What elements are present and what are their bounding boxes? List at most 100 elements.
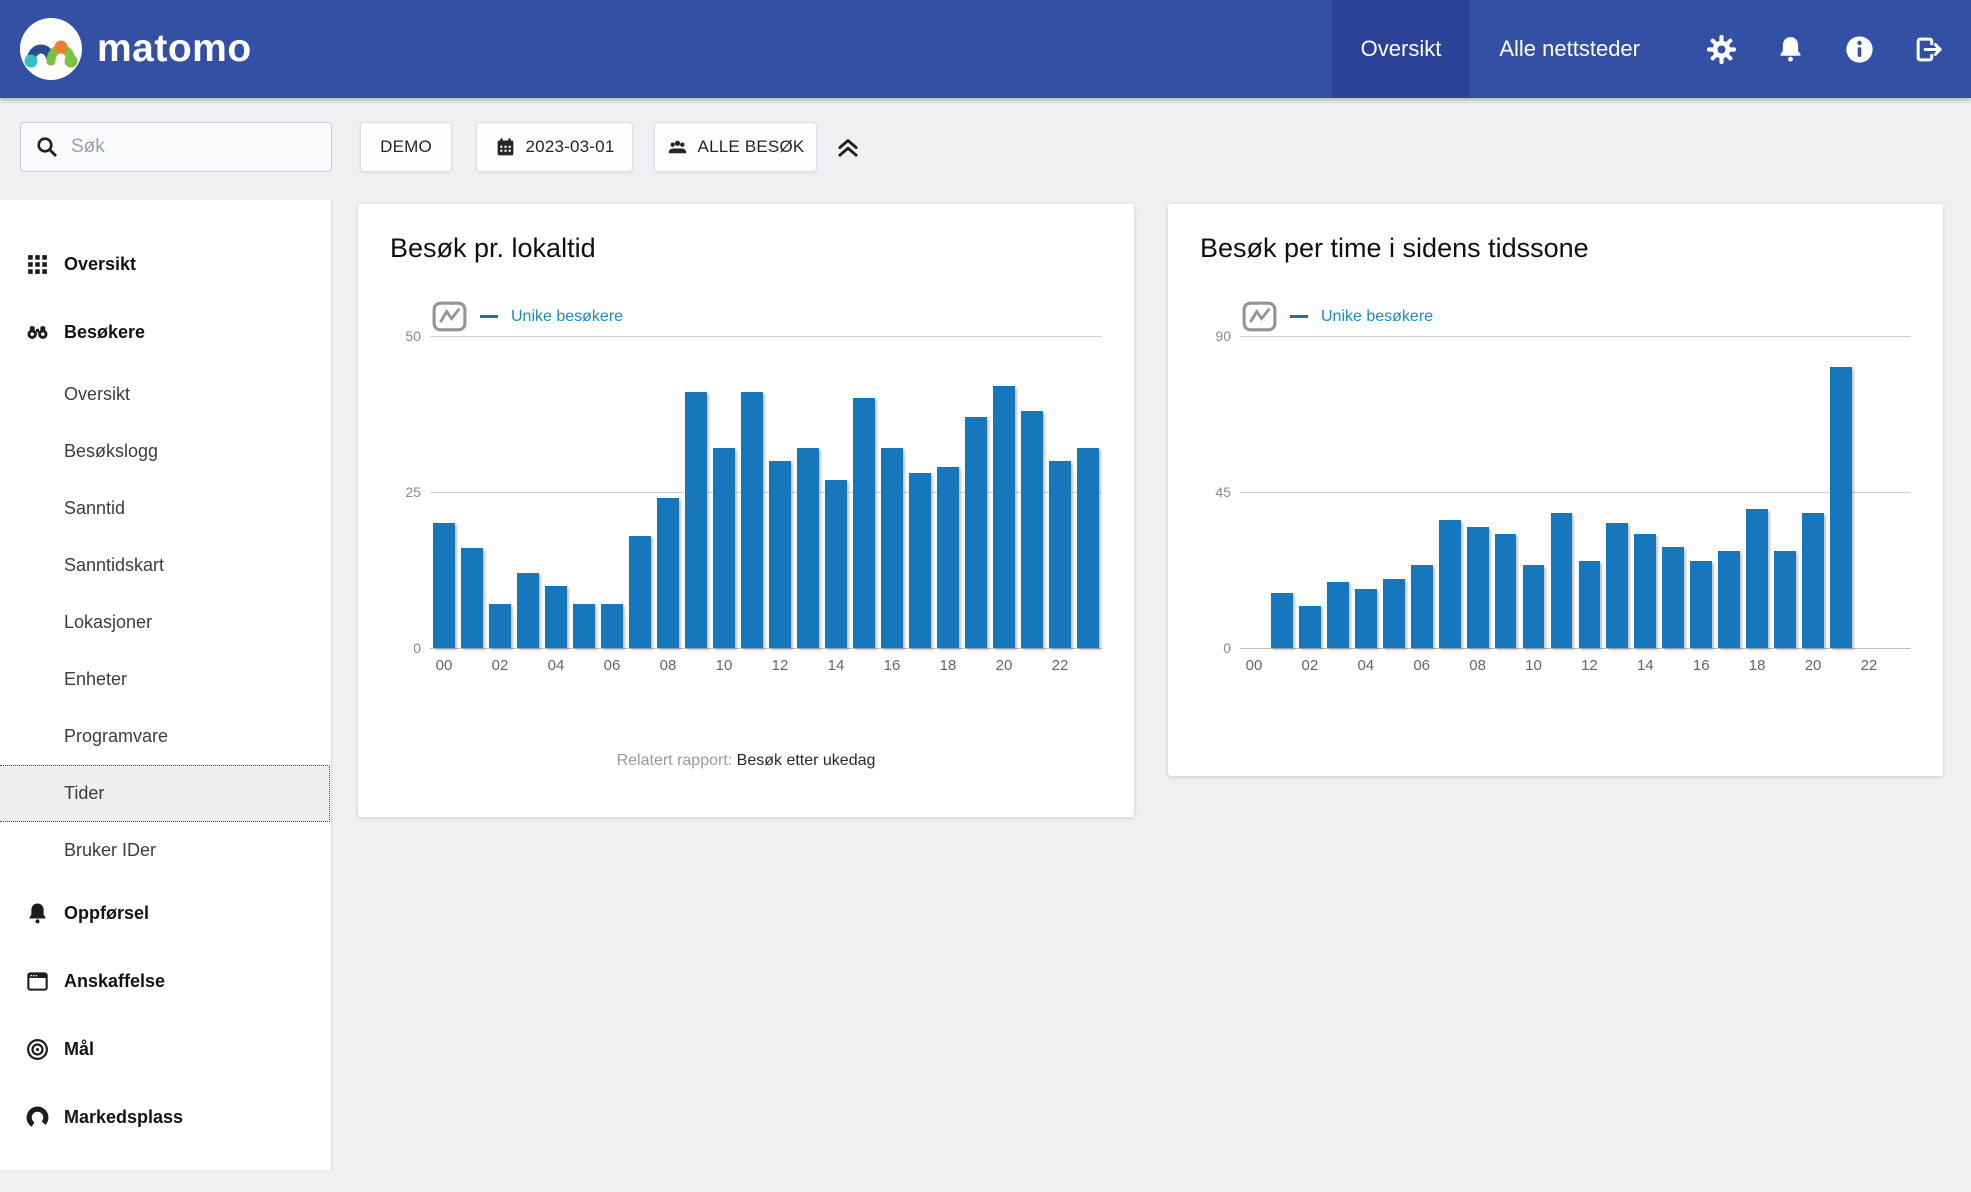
- bar-hour-02[interactable]: [489, 604, 511, 648]
- y-axis-tick-label: 90: [1215, 328, 1231, 344]
- bar-hour-08[interactable]: [657, 498, 679, 648]
- top-navbar: matomo OversiktAlle nettsteder: [0, 0, 1971, 98]
- segment-selector-button[interactable]: ALLE BESØK: [654, 122, 817, 172]
- bar-hour-03[interactable]: [517, 573, 539, 648]
- bar-hour-20[interactable]: [1802, 513, 1824, 648]
- sidebar-item-sanntidskart[interactable]: Sanntidskart: [0, 537, 331, 594]
- y-axis-tick-label: 50: [405, 328, 421, 344]
- y-axis-tick-label: 0: [1223, 640, 1231, 656]
- sidebar-item-label: Oversikt: [64, 254, 136, 275]
- bar-hour-14[interactable]: [1634, 534, 1656, 648]
- bar-hour-04[interactable]: [545, 586, 567, 648]
- related-report-link[interactable]: Besøk etter ukedag: [737, 752, 876, 769]
- legend-label[interactable]: Unike besøkere: [1321, 308, 1433, 326]
- bar-hour-15[interactable]: [1662, 547, 1684, 648]
- legend-label[interactable]: Unike besøkere: [511, 308, 623, 326]
- sidebar-item-oppforsel[interactable]: Oppførsel: [0, 879, 331, 947]
- bar-hour-07[interactable]: [1439, 520, 1461, 648]
- sidebar-item-oversikt[interactable]: Oversikt: [0, 366, 331, 423]
- bar-hour-05[interactable]: [573, 604, 595, 648]
- bar-hour-03[interactable]: [1327, 582, 1349, 648]
- bar-hour-16[interactable]: [1690, 561, 1712, 648]
- logout-button[interactable]: [1894, 34, 1963, 65]
- x-axis-labels: 000204060810121416182022: [1240, 657, 1911, 674]
- bar-hour-12[interactable]: [1579, 561, 1601, 648]
- bar-hour-09[interactable]: [1495, 534, 1517, 648]
- bar-hour-19[interactable]: [965, 417, 987, 648]
- sidebar-item-enheter[interactable]: Enheter: [0, 651, 331, 708]
- bar-hour-17[interactable]: [909, 473, 931, 648]
- signout-icon: [1913, 34, 1944, 65]
- bar-hour-18[interactable]: [1746, 509, 1768, 648]
- bar-hour-23[interactable]: [1077, 448, 1099, 648]
- search-input[interactable]: [69, 135, 317, 159]
- bar-hour-15[interactable]: [853, 398, 875, 648]
- sidebar-item-besokslogg[interactable]: Besøkslogg: [0, 423, 331, 480]
- bar-hour-14[interactable]: [825, 480, 847, 648]
- sidebar-item-label: Sanntidskart: [64, 555, 164, 576]
- sidebar-item-anskaffelse[interactable]: Anskaffelse: [0, 947, 331, 1015]
- bar-hour-11[interactable]: [741, 392, 763, 648]
- x-axis-label: 04: [542, 657, 570, 674]
- chevron-double-up-icon[interactable]: [834, 133, 862, 161]
- bar-hour-01[interactable]: [461, 548, 483, 648]
- bar-hour-06[interactable]: [601, 604, 623, 648]
- binoculars-icon: [25, 320, 50, 345]
- bar-hour-09[interactable]: [685, 392, 707, 648]
- bar-hour-17[interactable]: [1718, 551, 1740, 648]
- chart-type-icon[interactable]: [1242, 301, 1277, 332]
- settings-button[interactable]: [1687, 34, 1756, 65]
- site-selector-button[interactable]: DEMO: [360, 122, 452, 172]
- bar-hour-10[interactable]: [713, 448, 735, 648]
- nav-tab-alle-nettsteder[interactable]: Alle nettsteder: [1470, 0, 1669, 98]
- x-axis-label: [626, 657, 654, 674]
- bar-hour-19[interactable]: [1774, 551, 1796, 648]
- bar-hour-18[interactable]: [937, 467, 959, 648]
- brand-name: matomo: [97, 27, 252, 71]
- sidebar-item-sanntid[interactable]: Sanntid: [0, 480, 331, 537]
- navbar-icon-buttons: [1687, 0, 1963, 98]
- sidebar-item-mal[interactable]: Mål: [0, 1015, 331, 1083]
- bar-hour-06[interactable]: [1411, 565, 1433, 648]
- bar-hour-13[interactable]: [1606, 523, 1628, 648]
- gear-icon: [1706, 34, 1737, 65]
- bar-hour-01[interactable]: [1271, 593, 1293, 648]
- notifications-button[interactable]: [1756, 34, 1825, 65]
- bar-hour-21[interactable]: [1021, 411, 1043, 648]
- bar-hour-12[interactable]: [769, 461, 791, 648]
- help-button[interactable]: [1825, 34, 1894, 65]
- bar-slot: [766, 336, 794, 648]
- x-axis-label: [682, 657, 710, 674]
- bar-hour-21[interactable]: [1830, 367, 1852, 648]
- bar-slot: [1296, 336, 1324, 648]
- sidebar: OversiktBesøkereOversiktBesøksloggSannti…: [0, 200, 332, 1170]
- bar-slot: [1352, 336, 1380, 648]
- sidebar-item-oversikt[interactable]: Oversikt: [0, 230, 331, 298]
- bar-hour-07[interactable]: [629, 536, 651, 648]
- bar-hour-20[interactable]: [993, 386, 1015, 648]
- card-inner: Besøk per time i sidens tidssone Unike b…: [1168, 204, 1943, 702]
- bar-hour-02[interactable]: [1299, 606, 1321, 648]
- bar-hour-00[interactable]: [433, 523, 455, 648]
- sidebar-item-bruker-ider[interactable]: Bruker IDer: [0, 822, 331, 879]
- sidebar-item-lokasjoner[interactable]: Lokasjoner: [0, 594, 331, 651]
- bar-hour-05[interactable]: [1383, 579, 1405, 648]
- sidebar-item-besokere[interactable]: Besøkere: [0, 298, 331, 366]
- sidebar-item-markedsplass[interactable]: Markedsplass: [0, 1083, 331, 1151]
- sidebar-item-tider[interactable]: Tider: [0, 765, 330, 822]
- bar-hour-10[interactable]: [1523, 565, 1545, 648]
- bar-hour-11[interactable]: [1551, 513, 1573, 648]
- nav-tab-oversikt[interactable]: Oversikt: [1332, 0, 1471, 98]
- matomo-logo[interactable]: matomo: [20, 18, 252, 80]
- x-axis-label: [1659, 657, 1687, 674]
- bar-hour-13[interactable]: [797, 448, 819, 648]
- bar-hour-04[interactable]: [1355, 589, 1377, 648]
- bar-hour-22[interactable]: [1049, 461, 1071, 648]
- users-icon: [667, 137, 688, 158]
- date-range-button[interactable]: 2023-03-01: [476, 122, 633, 172]
- bar-hour-08[interactable]: [1467, 527, 1489, 648]
- chart-type-icon[interactable]: [432, 301, 467, 332]
- bar-hour-16[interactable]: [881, 448, 903, 648]
- x-axis-label: [1547, 657, 1575, 674]
- sidebar-item-programvare[interactable]: Programvare: [0, 708, 331, 765]
